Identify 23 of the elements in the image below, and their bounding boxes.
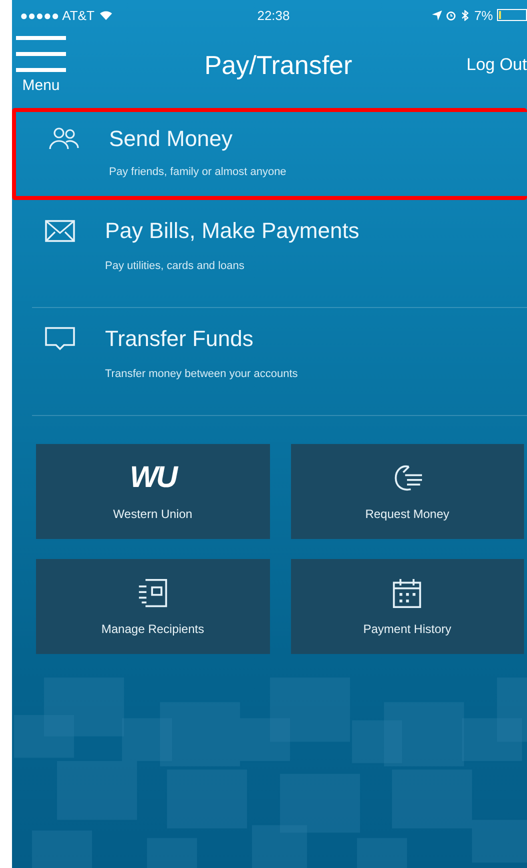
alarm-icon — [446, 10, 456, 20]
battery-percent: 7% — [474, 8, 493, 22]
status-time: 22:38 — [257, 8, 290, 22]
menu-icon — [16, 36, 66, 72]
tile-button[interactable]: Manage Recipients — [36, 559, 270, 654]
bluetooth-icon — [460, 10, 470, 20]
logout-button[interactable]: Log Out — [466, 55, 527, 75]
tile-button[interactable]: WU Western Union — [36, 444, 270, 539]
menu-button[interactable]: Menu — [12, 34, 70, 96]
carrier-label: ●●●●● AT&T — [20, 8, 94, 22]
battery-icon — [496, 9, 527, 21]
menu-option[interactable]: Pay Bills, Make Payments Pay utilities, cards and loans — [32, 200, 527, 308]
envelope-icon — [45, 219, 75, 243]
location-icon — [432, 10, 442, 20]
tile-button[interactable]: Payment History — [290, 559, 524, 654]
screen-icon — [45, 327, 75, 351]
logo: WU — [130, 462, 176, 492]
page-title: Pay/Transfer — [204, 50, 352, 80]
people-icon — [49, 127, 79, 151]
menu-option[interactable]: Transfer Funds Transfer money between your accounts — [32, 308, 527, 416]
menu-option[interactable]: Send Money Pay friends, family or almost anyone — [12, 108, 527, 200]
tile-button[interactable]: Request Money — [290, 444, 524, 539]
wifi-icon — [99, 10, 114, 20]
